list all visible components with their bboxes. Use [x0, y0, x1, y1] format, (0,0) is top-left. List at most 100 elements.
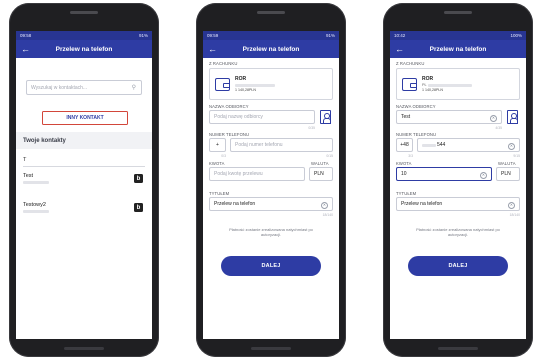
phone-label: NUMER TELEFONU — [209, 132, 250, 137]
phone-placeholder: Podaj numer telefonu — [235, 142, 283, 148]
speaker-grille — [444, 11, 472, 14]
account-balance: 1 140,28PLN — [235, 88, 256, 92]
app-bar: ← Przelew na telefon — [16, 40, 152, 58]
next-button[interactable]: DALEJ — [408, 256, 508, 276]
currency-select[interactable]: PLN — [309, 167, 333, 181]
prefix-counter: 0/3 — [221, 154, 226, 158]
speaker-grille — [257, 11, 285, 14]
account-name: ROR — [422, 76, 434, 82]
transfer-title-label: TYTUŁEM — [396, 191, 417, 196]
app-screenshots: { "title": "Przelew na telefon", "screen… — [0, 0, 541, 360]
from-account-label: Z RACHUNKU — [209, 61, 238, 66]
screen-title: Przelew na telefon — [242, 45, 300, 53]
phone-number-input[interactable]: Podaj numer telefonu — [230, 138, 333, 152]
other-contact-button[interactable]: INNY KONTAKT — [42, 111, 128, 125]
recipient-counter: 4/35 — [495, 126, 502, 130]
recipient-name-input[interactable]: Podaj nazwę odbiorcy — [209, 110, 315, 124]
speaker-grille — [70, 11, 98, 14]
clear-icon[interactable]: ✕ — [490, 114, 497, 122]
amount-input[interactable]: Podaj kwotę przelewu — [209, 167, 305, 181]
recipient-placeholder: Podaj nazwę odbiorcy — [214, 114, 263, 120]
home-indicator — [438, 347, 478, 350]
contact-item[interactable]: Test b — [16, 168, 152, 192]
contact-name: Testowy2 — [23, 202, 46, 208]
battery-level: 100% — [510, 33, 522, 38]
clear-icon[interactable]: ✕ — [321, 201, 328, 209]
account-name: ROR — [235, 76, 247, 82]
wallet-icon — [215, 77, 230, 91]
transfer-title-value: Przelew na telefon — [214, 201, 256, 207]
phone-masked-part — [422, 143, 436, 147]
phone-value: 544 — [437, 142, 446, 148]
transfer-title-label: TYTUŁEM — [209, 191, 230, 196]
contact-phone-masked — [23, 181, 49, 184]
recipient-value: Test — [401, 114, 411, 120]
amount-placeholder: Podaj kwotę przelewu — [214, 171, 263, 177]
status-time: 10:42 — [394, 33, 406, 38]
recipient-counter: 0/35 — [308, 126, 315, 130]
contacts-book-icon[interactable] — [507, 110, 518, 124]
group-letter: T — [23, 157, 27, 163]
phone-label: NUMER TELEFONU — [396, 132, 437, 137]
back-arrow-icon[interactable]: ← — [208, 44, 222, 54]
phone-frame-1: 09:58 91% ← Przelew na telefon Wyszukaj … — [9, 3, 159, 357]
wallet-icon — [402, 77, 417, 91]
title-counter: 18/140 — [509, 213, 520, 217]
status-time: 09:59 — [207, 33, 219, 38]
next-button[interactable]: DALEJ — [221, 256, 321, 276]
authorization-notice: Płatność zostanie zrealizowana natychmia… — [229, 227, 313, 238]
search-placeholder: Wyszukaj w kontaktach... — [31, 84, 88, 91]
phone-counter: 0/15 — [326, 154, 333, 158]
app-bar: ← Przelew na telefon — [203, 40, 339, 58]
phone-number-input[interactable]: 544 ✕ — [417, 138, 520, 152]
screen-title: Przelew na telefon — [429, 45, 487, 53]
contacts-book-icon[interactable] — [320, 110, 331, 124]
contacts-section-header: Twoje kontakty — [16, 132, 152, 149]
transfer-title-input[interactable]: Przelew na telefon ✕ — [396, 197, 520, 211]
account-selector[interactable]: ROR 1 140,28PLN — [209, 68, 333, 100]
transfer-form-filled: 10:42 100% ← Przelew na telefon Z RACHUN… — [390, 31, 526, 339]
clear-icon[interactable]: ✕ — [508, 201, 515, 209]
status-bar: 10:42 100% — [390, 31, 526, 40]
app-bar: ← Przelew na telefon — [390, 40, 526, 58]
contact-search-input[interactable]: Wyszukaj w kontaktach... ⚲ — [26, 80, 142, 95]
amount-input[interactable]: 10 ✕ — [396, 167, 492, 181]
transfer-form-empty: 09:59 91% ← Przelew na telefon Z RACHUNK… — [203, 31, 339, 339]
account-number — [235, 83, 275, 87]
blik-badge-icon: b — [134, 174, 143, 183]
prefix-counter: 3/3 — [408, 154, 413, 158]
status-bar: 09:59 91% — [203, 31, 339, 40]
recipient-label: NAZWA ODBIORCY — [396, 104, 436, 109]
amount-value: 10 — [401, 171, 407, 177]
back-arrow-icon[interactable]: ← — [395, 44, 409, 54]
divider — [23, 166, 145, 167]
account-balance: 1 140,28PLN — [422, 88, 443, 92]
currency-label: WALUTA — [311, 161, 329, 166]
recipient-name-input[interactable]: Test ✕ — [396, 110, 502, 124]
transfer-title-input[interactable]: Przelew na telefon ✕ — [209, 197, 333, 211]
clear-icon[interactable]: ✕ — [508, 142, 515, 150]
account-selector[interactable]: ROR PL 1 140,28PLN — [396, 68, 520, 100]
contact-item[interactable]: Testowy2 b — [16, 197, 152, 221]
status-time: 09:58 — [20, 33, 32, 38]
home-indicator — [251, 347, 291, 350]
blik-badge-icon: b — [134, 203, 143, 212]
account-number: PL — [422, 83, 472, 87]
from-account-label: Z RACHUNKU — [396, 61, 425, 66]
clear-icon[interactable]: ✕ — [480, 171, 487, 179]
phone-prefix-input[interactable]: + — [209, 138, 226, 152]
currency-select[interactable]: PLN — [496, 167, 520, 181]
recipient-label: NAZWA ODBIORCY — [209, 104, 249, 109]
search-icon: ⚲ — [131, 85, 136, 91]
account-number-prefix: PL — [422, 83, 427, 87]
battery-level: 91% — [325, 33, 335, 38]
currency-label: WALUTA — [498, 161, 516, 166]
title-counter: 18/140 — [322, 213, 333, 217]
back-arrow-icon[interactable]: ← — [21, 44, 35, 54]
status-bar: 09:58 91% — [16, 31, 152, 40]
phone-prefix-input[interactable]: +48 — [396, 138, 413, 152]
phone-counter: 9/15 — [513, 154, 520, 158]
home-indicator — [64, 347, 104, 350]
contact-phone-masked — [23, 210, 49, 213]
phone-frame-3: 10:42 100% ← Przelew na telefon Z RACHUN… — [383, 3, 533, 357]
